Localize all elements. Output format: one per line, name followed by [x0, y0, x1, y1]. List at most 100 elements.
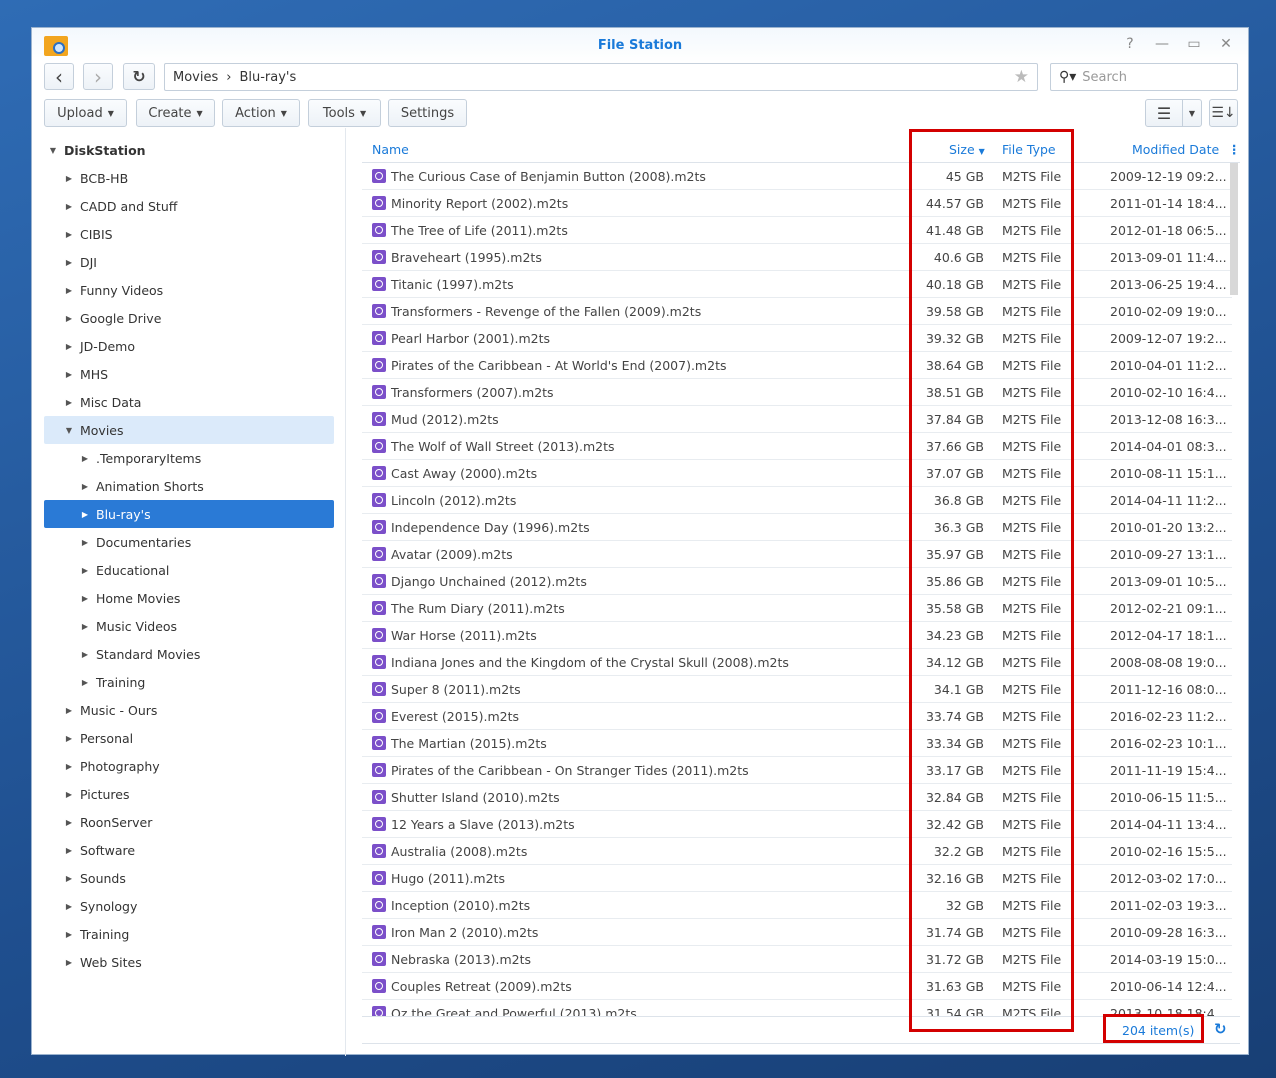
tree-item[interactable]: ▶ Standard Movies — [44, 640, 334, 668]
column-options-icon[interactable]: ⋮ — [1228, 142, 1241, 157]
tree-item[interactable]: ▶ Personal — [44, 724, 334, 752]
close-icon[interactable]: ✕ — [1216, 36, 1236, 52]
caret-right-icon[interactable]: ▶ — [64, 398, 74, 407]
caret-right-icon[interactable]: ▶ — [80, 678, 90, 687]
caret-right-icon[interactable]: ▶ — [80, 622, 90, 631]
refresh-button[interactable]: ↻ — [123, 63, 155, 90]
file-row[interactable]: Shutter Island (2010).m2ts 32.84 GB M2TS… — [362, 784, 1232, 811]
tree-item[interactable]: ▶ Educational — [44, 556, 334, 584]
breadcrumb-movies[interactable]: Movies — [173, 70, 218, 85]
caret-right-icon[interactable]: ▶ — [64, 958, 74, 967]
forward-button[interactable]: › — [83, 63, 113, 90]
file-row[interactable]: Couples Retreat (2009).m2ts 31.63 GB M2T… — [362, 973, 1232, 1000]
tools-button[interactable]: Tools ▼ — [308, 99, 381, 127]
maximize-icon[interactable]: ▭ — [1184, 36, 1204, 52]
caret-right-icon[interactable]: ▶ — [64, 930, 74, 939]
tree-item[interactable]: ▶ Pictures — [44, 780, 334, 808]
caret-right-icon[interactable]: ▶ — [64, 874, 74, 883]
file-row[interactable]: Lincoln (2012).m2ts 36.8 GB M2TS File 20… — [362, 487, 1232, 514]
file-row[interactable]: Transformers (2007).m2ts 38.51 GB M2TS F… — [362, 379, 1232, 406]
file-row[interactable]: Titanic (1997).m2ts 40.18 GB M2TS File 2… — [362, 271, 1232, 298]
view-dropdown-icon[interactable]: ▼ — [1182, 99, 1202, 127]
tree-item[interactable]: ▶ RoonServer — [44, 808, 334, 836]
path-bar[interactable]: Movies › Blu-ray's ★ — [164, 63, 1038, 91]
tree-item[interactable]: ▶ Home Movies — [44, 584, 334, 612]
file-row[interactable]: War Horse (2011).m2ts 34.23 GB M2TS File… — [362, 622, 1232, 649]
caret-right-icon[interactable]: ▶ — [80, 454, 90, 463]
file-row[interactable]: Pirates of the Caribbean - At World's En… — [362, 352, 1232, 379]
tree-item[interactable]: ▶ Synology — [44, 892, 334, 920]
caret-right-icon[interactable]: ▶ — [80, 566, 90, 575]
file-row[interactable]: Inception (2010).m2ts 32 GB M2TS File 20… — [362, 892, 1232, 919]
column-modified-date[interactable]: Modified Date — [1132, 142, 1219, 157]
tree-item[interactable]: ▶ Music - Ours — [44, 696, 334, 724]
caret-right-icon[interactable]: ▶ — [64, 790, 74, 799]
settings-button[interactable]: Settings — [388, 99, 467, 127]
tree-item[interactable]: ▶ Training — [44, 668, 334, 696]
tree-item[interactable]: ▶ Documentaries — [44, 528, 334, 556]
minimize-icon[interactable]: — — [1152, 36, 1172, 52]
file-row[interactable]: Cast Away (2000).m2ts 37.07 GB M2TS File… — [362, 460, 1232, 487]
scrollbar[interactable] — [1230, 163, 1238, 295]
file-row[interactable]: Oz the Great and Powerful (2013).m2ts 31… — [362, 1000, 1232, 1016]
search-input[interactable]: ⚲▾ Search — [1050, 63, 1238, 91]
caret-right-icon[interactable]: ▶ — [64, 314, 74, 323]
file-row[interactable]: Indiana Jones and the Kingdom of the Cry… — [362, 649, 1232, 676]
file-row[interactable]: The Rum Diary (2011).m2ts 35.58 GB M2TS … — [362, 595, 1232, 622]
file-row[interactable]: The Martian (2015).m2ts 33.34 GB M2TS Fi… — [362, 730, 1232, 757]
caret-right-icon[interactable]: ▶ — [64, 902, 74, 911]
favorite-star-icon[interactable]: ★ — [1014, 67, 1029, 87]
file-row[interactable]: Independence Day (1996).m2ts 36.3 GB M2T… — [362, 514, 1232, 541]
file-row[interactable]: Everest (2015).m2ts 33.74 GB M2TS File 2… — [362, 703, 1232, 730]
file-row[interactable]: Nebraska (2013).m2ts 31.72 GB M2TS File … — [362, 946, 1232, 973]
file-row[interactable]: 12 Years a Slave (2013).m2ts 32.42 GB M2… — [362, 811, 1232, 838]
caret-right-icon[interactable]: ▶ — [64, 846, 74, 855]
caret-right-icon[interactable]: ▶ — [64, 202, 74, 211]
caret-right-icon[interactable]: ▶ — [80, 594, 90, 603]
list-view-icon[interactable]: ☰ — [1145, 99, 1183, 127]
caret-right-icon[interactable]: ▶ — [80, 650, 90, 659]
column-name[interactable]: Name — [372, 142, 409, 157]
tree-item[interactable]: ▶ Photography — [44, 752, 334, 780]
tree-item[interactable]: ▶ JD-Demo — [44, 332, 334, 360]
file-row[interactable]: Australia (2008).m2ts 32.2 GB M2TS File … — [362, 838, 1232, 865]
caret-right-icon[interactable]: ▶ — [64, 258, 74, 267]
file-row[interactable]: Minority Report (2002).m2ts 44.57 GB M2T… — [362, 190, 1232, 217]
file-row[interactable]: The Tree of Life (2011).m2ts 41.48 GB M2… — [362, 217, 1232, 244]
file-row[interactable]: Pearl Harbor (2001).m2ts 39.32 GB M2TS F… — [362, 325, 1232, 352]
tree-item[interactable]: ▶ CADD and Stuff — [44, 192, 334, 220]
file-row[interactable]: Hugo (2011).m2ts 32.16 GB M2TS File 2012… — [362, 865, 1232, 892]
caret-down-icon[interactable]: ▼ — [48, 146, 58, 155]
tree-item[interactable]: ▶ Web Sites — [44, 948, 334, 976]
caret-right-icon[interactable]: ▶ — [64, 342, 74, 351]
tree-item[interactable]: ▶ Sounds — [44, 864, 334, 892]
tree-item[interactable]: ▼ DiskStation — [44, 136, 334, 164]
caret-right-icon[interactable]: ▶ — [80, 510, 90, 519]
refresh-icon[interactable]: ↻ — [1214, 1020, 1227, 1038]
file-row[interactable]: Mud (2012).m2ts 37.84 GB M2TS File 2013-… — [362, 406, 1232, 433]
file-row[interactable]: Iron Man 2 (2010).m2ts 31.74 GB M2TS Fil… — [362, 919, 1232, 946]
caret-down-icon[interactable]: ▼ — [64, 426, 74, 435]
action-button[interactable]: Action ▼ — [222, 99, 300, 127]
tree-item[interactable]: ▶ MHS — [44, 360, 334, 388]
tree-item[interactable]: ▶ Misc Data — [44, 388, 334, 416]
create-button[interactable]: Create ▼ — [136, 99, 215, 127]
tree-item[interactable]: ▶ Software — [44, 836, 334, 864]
caret-right-icon[interactable]: ▶ — [64, 286, 74, 295]
tree-item[interactable]: ▶ Blu-ray's — [44, 500, 334, 528]
sort-icon[interactable]: ☰↓ — [1209, 99, 1238, 127]
file-row[interactable]: Pirates of the Caribbean - On Stranger T… — [362, 757, 1232, 784]
caret-right-icon[interactable]: ▶ — [80, 482, 90, 491]
file-row[interactable]: Avatar (2009).m2ts 35.97 GB M2TS File 20… — [362, 541, 1232, 568]
tree-item[interactable]: ▶ Training — [44, 920, 334, 948]
tree-item[interactable]: ▶ Google Drive — [44, 304, 334, 332]
file-row[interactable]: Django Unchained (2012).m2ts 35.86 GB M2… — [362, 568, 1232, 595]
caret-right-icon[interactable]: ▶ — [64, 230, 74, 239]
caret-right-icon[interactable]: ▶ — [80, 538, 90, 547]
tree-item[interactable]: ▼ Movies — [44, 416, 334, 444]
breadcrumb-blurays[interactable]: Blu-ray's — [239, 70, 296, 85]
tree-item[interactable]: ▶ .TemporaryItems — [44, 444, 334, 472]
pane-divider[interactable] — [345, 128, 346, 1056]
caret-right-icon[interactable]: ▶ — [64, 174, 74, 183]
back-button[interactable]: ‹ — [44, 63, 74, 90]
